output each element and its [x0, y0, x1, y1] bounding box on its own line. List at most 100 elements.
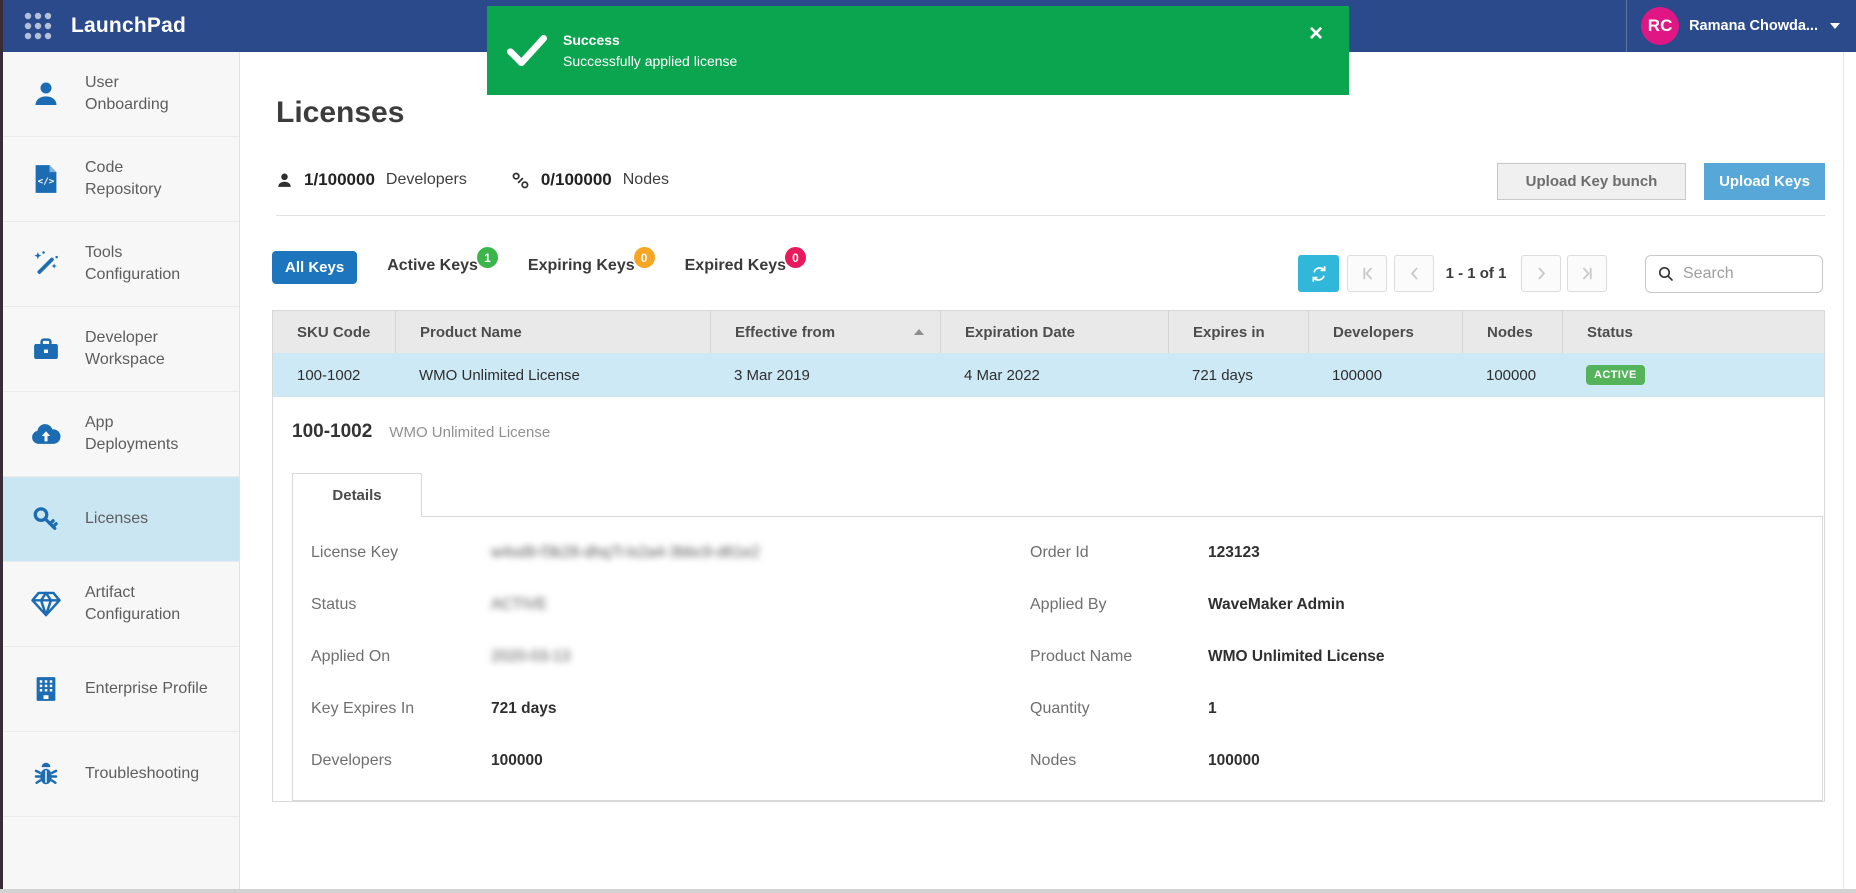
- key-filter-tabs: All Keys Active Keys 1 Expiring Keys 0 E…: [272, 251, 806, 284]
- toast-message: Successfully applied license: [563, 53, 737, 69]
- sidebar-item-artifact-configuration[interactable]: Artifact Configuration: [3, 562, 239, 647]
- sidebar-item-label: Troubleshooting: [85, 763, 199, 785]
- refresh-button[interactable]: [1298, 255, 1339, 292]
- success-toast: Success Successfully applied license ×: [487, 6, 1349, 95]
- close-icon[interactable]: ×: [1309, 22, 1323, 46]
- sidebar-item-troubleshooting[interactable]: Troubleshooting: [3, 732, 239, 817]
- column-header-label: Effective from: [735, 324, 835, 341]
- last-page-button[interactable]: [1567, 255, 1607, 292]
- sidebar-item-label: Code Repository: [85, 157, 161, 202]
- detail-row: Key Expires In 721 days Quantity 1: [293, 683, 1822, 735]
- briefcase-icon: [29, 332, 63, 366]
- chevron-right-icon: [1533, 265, 1550, 282]
- active-keys-count-badge: 1: [477, 247, 498, 268]
- cell-expiration-date: 4 Mar 2022: [940, 353, 1168, 397]
- column-header-status[interactable]: Status: [1562, 311, 1824, 353]
- sidebar-item-app-deployments[interactable]: App Deployments: [3, 392, 239, 477]
- sidebar-item-label: Tools Configuration: [85, 242, 180, 287]
- svg-text:</>: </>: [38, 176, 55, 187]
- sidebar-item-licenses[interactable]: Licenses: [3, 477, 239, 562]
- quantity-value: 1: [1208, 700, 1822, 718]
- user-name: Ramana Chowda...: [1689, 18, 1818, 34]
- column-header-nodes[interactable]: Nodes: [1462, 311, 1562, 353]
- search-input[interactable]: [1683, 265, 1803, 283]
- bug-icon: [29, 757, 63, 791]
- table-header-row: SKU Code Product Name Effective from Exp…: [273, 311, 1824, 353]
- previous-page-button[interactable]: [1394, 255, 1434, 292]
- sidebar-item-user-onboarding[interactable]: User Onboarding: [3, 52, 239, 137]
- tab-details[interactable]: Details: [292, 473, 422, 517]
- expiring-keys-count-badge: 0: [634, 247, 655, 268]
- stat-label: Developers: [386, 171, 467, 189]
- sidebar-item-label: App Deployments: [85, 412, 178, 457]
- tab-label: Expired Keys: [685, 257, 786, 275]
- detail-product-name: WMO Unlimited License: [389, 424, 550, 441]
- license-key-value: w4xd9-f3k28-dhq7l-lx2a4-3bbc9-d61e2: [491, 544, 1030, 562]
- column-header-effective-from[interactable]: Effective from: [710, 311, 940, 353]
- column-header-product-name[interactable]: Product Name: [395, 311, 710, 353]
- nodes-stat: 0/100000 Nodes: [511, 170, 669, 190]
- field-label: License Key: [311, 544, 491, 562]
- person-icon: [276, 172, 293, 189]
- developers-value: 100000: [491, 752, 1030, 770]
- column-header-sku-code[interactable]: SKU Code: [273, 311, 395, 353]
- licenses-table: SKU Code Product Name Effective from Exp…: [272, 310, 1825, 802]
- sidebar-item-label: Licenses: [85, 508, 148, 530]
- tab-expiring-keys[interactable]: Expiring Keys 0: [528, 257, 655, 278]
- user-icon: [29, 77, 63, 111]
- launchpad-app: LaunchPad RC Ramana Chowda... Success Su…: [0, 0, 1856, 893]
- cell-product: WMO Unlimited License: [395, 353, 710, 397]
- tab-all-keys[interactable]: All Keys: [272, 251, 357, 284]
- first-page-button[interactable]: [1347, 255, 1387, 292]
- header-divider: [276, 215, 1825, 216]
- checkmark-icon: [507, 35, 547, 66]
- cell-nodes: 100000: [1462, 353, 1562, 397]
- main-content: Licenses 1/100000 Developers 0/100000 No…: [240, 52, 1843, 889]
- app-grid-icon[interactable]: [23, 11, 53, 41]
- avatar[interactable]: RC: [1641, 7, 1679, 45]
- upload-keys-button[interactable]: Upload Keys: [1704, 163, 1825, 200]
- sort-asc-icon: [914, 329, 924, 335]
- first-page-icon: [1359, 265, 1376, 282]
- column-header-developers[interactable]: Developers: [1308, 311, 1462, 353]
- chevron-down-icon: [1830, 23, 1840, 29]
- field-label: Developers: [311, 752, 491, 770]
- detail-row: License Key w4xd9-f3k28-dhq7l-lx2a4-3bbc…: [293, 527, 1822, 579]
- field-label: Nodes: [1030, 752, 1208, 770]
- key-icon: [29, 502, 63, 536]
- field-label: Product Name: [1030, 648, 1208, 666]
- sidebar-item-enterprise-profile[interactable]: Enterprise Profile: [3, 647, 239, 732]
- detail-row: Developers 100000 Nodes 100000: [293, 735, 1822, 787]
- toast-title: Success: [563, 32, 737, 48]
- product-name-value: WMO Unlimited License: [1208, 648, 1822, 666]
- field-label: Applied On: [311, 648, 491, 666]
- developers-stat: 1/100000 Developers: [276, 170, 467, 190]
- user-menu[interactable]: RC Ramana Chowda...: [1626, 0, 1856, 52]
- table-row[interactable]: 100-1002 WMO Unlimited License 3 Mar 201…: [273, 353, 1824, 397]
- tab-label: Expiring Keys: [528, 257, 635, 275]
- stat-value: 1/100000: [304, 170, 375, 190]
- column-header-expires-in[interactable]: Expires in: [1168, 311, 1308, 353]
- sidebar-item-tools-configuration[interactable]: Tools Configuration: [3, 222, 239, 307]
- sidebar-item-label: Artifact Configuration: [85, 582, 180, 627]
- window-bottom-edge: [0, 889, 1856, 893]
- column-header-expiration-date[interactable]: Expiration Date: [940, 311, 1168, 353]
- details-panel: License Key w4xd9-f3k28-dhq7l-lx2a4-3bbc…: [292, 516, 1823, 801]
- field-label: Status: [311, 596, 491, 614]
- sidebar-item-developer-workspace[interactable]: Developer Workspace: [3, 307, 239, 392]
- sidebar-item-label: Enterprise Profile: [85, 678, 208, 700]
- field-label: Order Id: [1030, 544, 1208, 562]
- scrollbar-track[interactable]: [1843, 52, 1844, 889]
- next-page-button[interactable]: [1521, 255, 1561, 292]
- upload-key-bunch-button[interactable]: Upload Key bunch: [1497, 163, 1686, 200]
- tab-expired-keys[interactable]: Expired Keys 0: [685, 257, 806, 278]
- code-file-icon: </>: [29, 162, 63, 196]
- cell-effective-from: 3 Mar 2019: [710, 353, 940, 397]
- sidebar-item-label: Developer Workspace: [85, 327, 165, 372]
- tab-active-keys[interactable]: Active Keys 1: [387, 257, 498, 278]
- detail-row: Applied On 2020-03-13 Product Name WMO U…: [293, 631, 1822, 683]
- sidebar-item-code-repository[interactable]: </> Code Repository: [3, 137, 239, 222]
- sidebar: User Onboarding </> Code Repository Tool…: [3, 52, 240, 889]
- cell-expires-in: 721 days: [1168, 353, 1308, 397]
- field-label: Quantity: [1030, 700, 1208, 718]
